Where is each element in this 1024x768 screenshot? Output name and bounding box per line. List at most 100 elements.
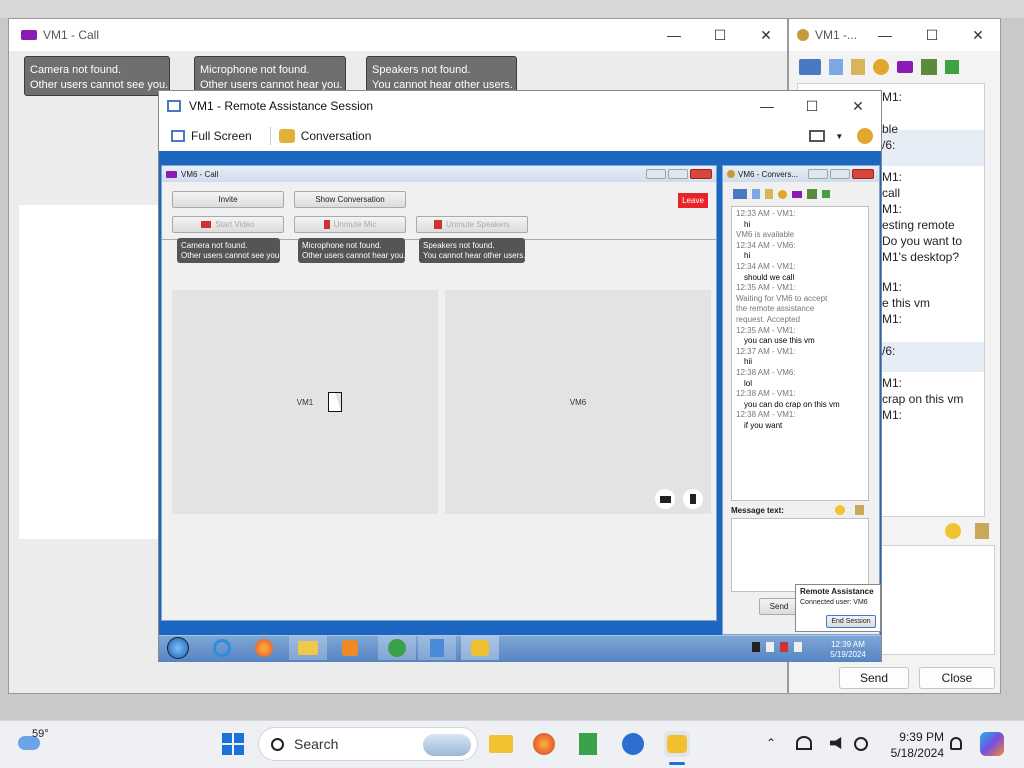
video-icon[interactable] [897,61,913,73]
send-button[interactable]: Send [839,667,909,689]
conv-minimize-button[interactable] [808,169,828,179]
chat-header: request. Accepted [736,314,801,324]
chat-maximize-button[interactable]: ☐ [911,19,953,51]
chat-header: 12:37 AM - VM1: [736,346,796,356]
taskbar-search-box[interactable]: Search [258,727,478,761]
chat-header: Waiting for VM6 to accept [736,293,828,303]
conv-maximize-button[interactable] [830,169,850,179]
remote-desktop: VM6 - Call Invite Show Conversation Leav… [159,151,881,662]
language-icon[interactable] [854,737,868,751]
windows-start-icon[interactable] [220,731,246,757]
weather-widget[interactable]: 59° [16,728,76,760]
messenger-app-icon[interactable] [378,636,416,660]
file-explorer-taskbar-icon[interactable] [488,731,514,757]
messenger-taskbar-icon[interactable] [620,731,646,757]
close-button[interactable]: ✕ [743,19,789,51]
format-icon[interactable] [855,505,864,515]
conversation-icon [278,129,295,143]
conversation-taskbar-icon[interactable] [664,731,690,757]
emoticon-menu-icon[interactable] [799,59,821,75]
chat-line: M1: [882,312,903,326]
remote-assistance-app-icon[interactable] [418,636,456,660]
ra-minimize-button[interactable]: — [744,91,790,121]
win7-clock[interactable]: 12:39 AM 5/19/2024 [826,640,870,660]
chat-header: 12:38 AM - VM1: [736,389,796,399]
chat-line: M1: [882,170,903,184]
unmute-speakers-button[interactable]: Unmute Speakers [416,216,528,233]
ra-app-icon [167,100,181,112]
remote-assist-icon[interactable] [778,189,787,199]
unmute-mic-button[interactable]: Unmute Mic [294,216,406,233]
start-orb-icon[interactable] [158,636,198,660]
emoticon-menu-icon[interactable] [733,189,747,199]
leave-icon[interactable] [945,60,959,74]
leave-button[interactable]: Leave [678,193,708,208]
internet-explorer-icon[interactable] [203,636,241,660]
emoticon-icon[interactable] [945,523,961,539]
remote-assist-icon[interactable] [873,59,889,75]
user-icon [797,29,809,41]
file-icon[interactable] [829,59,843,75]
end-session-button[interactable]: End Session [826,615,876,628]
emoticon-icon[interactable] [835,505,845,515]
chat-message: you can use this vm [744,336,815,346]
ra-close-button[interactable]: ✕ [835,91,881,121]
chat-line: e this vm [882,296,931,310]
settings-icon[interactable] [857,128,874,144]
conv-message-input[interactable] [731,518,869,592]
fullscreen-button[interactable]: Full Screen [191,129,252,143]
remote-tool-taskbar-icon[interactable] [575,731,601,757]
chat-message: you can do crap on this vm [744,399,840,409]
show-conversation-button[interactable]: Show Conversation [294,191,406,208]
chat-close-button[interactable]: ✕ [957,19,999,51]
chat-line: M1: [882,280,903,294]
camera-warning-tooltip: Camera not found. Other users cannot see… [24,56,170,96]
chat-scrollbar[interactable] [977,85,985,515]
conversation-app-icon[interactable] [461,636,499,660]
dropdown-icon[interactable]: ▼ [835,132,843,141]
vm6-maximize-button[interactable] [668,169,688,179]
whiteboard-icon[interactable] [851,59,865,75]
video-panel-vm6: VM6 [445,290,711,514]
vm6-close-button[interactable] [690,169,712,179]
invite-button[interactable]: Invite [172,191,284,208]
win7-tray-icons[interactable] [752,642,822,654]
close-chat-button[interactable]: Close [919,667,995,689]
speakers-warning-tooltip: Speakers not found. You cannot hear othe… [419,238,525,263]
chat-header: 12:34 AM - VM1: [736,261,796,271]
chat-header: 12:33 AM - VM1: [736,209,796,218]
camera-warning-tooltip: Camera not found. Other users cannot see… [177,238,280,263]
notification-bell-icon[interactable] [950,737,962,750]
whiteboard-icon[interactable] [765,189,773,199]
conversation-button[interactable]: Conversation [301,129,372,143]
file-explorer-icon[interactable] [289,636,327,660]
file-icon[interactable] [752,189,760,199]
ra-maximize-button[interactable]: ☐ [789,91,835,121]
format-icon[interactable] [975,523,989,539]
conv-close-button[interactable] [852,169,874,179]
invite-icon[interactable] [921,59,937,75]
media-player-icon[interactable] [331,636,369,660]
video-camera-icon [21,30,37,40]
firefox-icon[interactable] [245,636,283,660]
conv-send-button[interactable]: Send [759,598,799,615]
toolbar-divider [269,127,271,145]
minimize-button[interactable]: — [651,19,697,51]
maximize-button[interactable]: ☐ [697,19,743,51]
tray-overflow-icon[interactable]: ⌃ [766,736,776,750]
chat-line: /6: [882,138,896,152]
chat-line: M1's desktop? [882,250,959,264]
leave-icon[interactable] [822,190,830,198]
network-off-icon[interactable] [796,736,812,750]
invite-icon[interactable] [807,189,817,199]
firefox-taskbar-icon[interactable] [531,731,557,757]
chat-line: esting remote [882,218,955,232]
vm6-minimize-button[interactable] [646,169,666,179]
start-video-button[interactable]: Start Video [172,216,284,233]
video-icon[interactable] [792,190,802,198]
display-options-icon[interactable] [809,130,826,142]
win11-clock[interactable]: 9:39 PM 5/18/2024 [882,729,944,761]
chat-minimize-button[interactable]: — [864,19,906,51]
chat-line: M1: [882,202,903,216]
copilot-icon[interactable] [980,732,1004,756]
